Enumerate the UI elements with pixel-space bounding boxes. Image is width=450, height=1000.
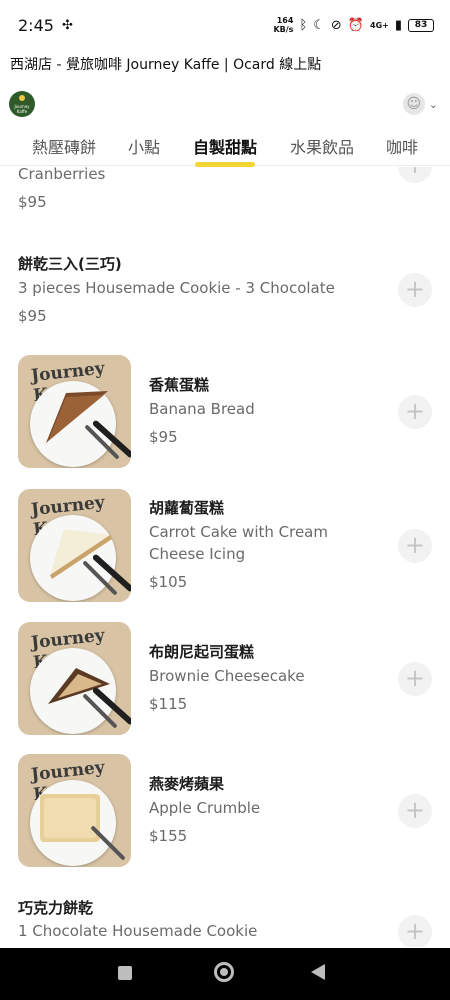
tab-pressed-toast[interactable]: 熱壓磚餅 (32, 134, 96, 158)
menu-item[interactable]: Journey Ka 燕麥烤蘋果 Apple Crumble $155 + (0, 754, 450, 869)
home-icon[interactable] (214, 962, 234, 982)
user-menu[interactable]: ☺ ⌄ (402, 93, 438, 115)
item-price: $95 (18, 307, 47, 325)
item-photo: Journey Ka (18, 754, 131, 867)
store-header: Journey Kaffe ☺ ⌄ (0, 90, 450, 120)
signal-icon: ▮ (394, 17, 402, 33)
add-button[interactable]: + (398, 794, 432, 828)
item-photo: Journey Ka (18, 622, 131, 735)
item-photo: Journey Ka (18, 489, 131, 602)
item-price: $155 (149, 827, 188, 845)
store-logo[interactable]: Journey Kaffe (9, 91, 35, 117)
item-name: 香蕉蛋糕 (149, 376, 210, 394)
logo-text: Journey Kaffe (14, 104, 30, 114)
status-bar: 2:45 ✣ 164 KB/s ᛒ ☾ ⊘ ⏰ 4G+ ▮ 83 (0, 0, 450, 50)
item-description: Brownie Cheesecake (149, 667, 305, 685)
system-nav-bar (0, 948, 450, 1000)
net-speed-value: 164 (276, 16, 294, 25)
add-button[interactable]: + (398, 662, 432, 696)
item-description: Banana Bread (149, 400, 255, 418)
menu-item[interactable]: 巧克力餅乾 1 Chocolate Housemade Cookie + (0, 893, 450, 947)
add-button[interactable]: + (398, 529, 432, 563)
menu-item[interactable]: Cranberries $95 + (0, 167, 450, 227)
item-name: 布朗尼起司蛋糕 (149, 643, 255, 661)
cake-slice-graphic (48, 668, 110, 704)
item-name: 燕麥烤蘋果 (149, 775, 225, 793)
menu-list: Cranberries $95 + 餅乾三入(三巧) 3 pieces Hous… (0, 167, 450, 947)
item-description: Carrot Cake with Cream Cheese Icing (149, 523, 328, 563)
avatar-icon[interactable]: ☺ (402, 93, 425, 115)
tab-fruit-drinks[interactable]: 水果飲品 (290, 134, 354, 158)
item-photo: Journey Ka (18, 355, 131, 468)
mute-icon: ⊘ (330, 17, 342, 33)
battery-indicator: 83 (408, 18, 434, 32)
item-price: $95 (149, 428, 178, 446)
add-button[interactable]: + (398, 273, 432, 307)
network-type: 4G+ (370, 20, 389, 30)
item-name: 胡蘿蔔蛋糕 (149, 499, 225, 517)
moon-icon: ☾ (313, 17, 325, 33)
bluetooth-icon: ᛒ (299, 17, 308, 33)
item-price: $95 (18, 193, 47, 211)
status-right: 164 KB/s ᛒ ☾ ⊘ ⏰ 4G+ ▮ 83 (273, 16, 434, 34)
recents-icon[interactable] (118, 966, 132, 980)
add-button[interactable]: + (398, 167, 432, 183)
tab-snacks[interactable]: 小點 (128, 134, 160, 158)
status-time: 2:45 (18, 15, 54, 35)
item-name: 餅乾三入(三巧) (18, 255, 122, 273)
tab-coffee[interactable]: 咖啡 (386, 134, 418, 158)
alarm-icon: ⏰ (347, 17, 364, 33)
item-description: 1 Chocolate Housemade Cookie (18, 922, 258, 940)
item-description: 3 pieces Housemade Cookie - 3 Chocolate (18, 279, 335, 297)
menu-item[interactable]: Journey Ka 胡蘿蔔蛋糕 Carrot Cake with Cream … (0, 489, 450, 604)
chevron-down-icon[interactable]: ⌄ (429, 98, 438, 111)
tab-desserts[interactable]: 自製甜點 (193, 134, 257, 158)
item-name: 巧克力餅乾 (18, 899, 94, 917)
menu-item[interactable]: Journey Ka 布朗尼起司蛋糕 Brownie Cheesecake $1… (0, 622, 450, 737)
cake-slice-graphic (50, 529, 112, 579)
add-button[interactable]: + (398, 915, 432, 947)
net-speed-unit: KB/s (273, 25, 294, 34)
menu-item[interactable]: 餅乾三入(三巧) 3 pieces Housemade Cookie - 3 C… (0, 247, 450, 337)
menu-item[interactable]: Journey Ka 香蕉蛋糕 Banana Bread $95 + (0, 355, 450, 470)
category-tabs: 熱壓磚餅 小點 自製甜點 水果飲品 咖啡 (0, 124, 450, 167)
fan-icon: ✣ (61, 17, 73, 33)
net-speed: 164 KB/s (273, 16, 293, 34)
status-left: 2:45 ✣ (18, 16, 73, 35)
item-price: $105 (149, 573, 188, 591)
logo-mark (19, 95, 25, 101)
web-page-title: 西湖店 - 覺旅咖啡 Journey Kaffe | Ocard 線上點 (10, 57, 322, 73)
item-price: $115 (149, 695, 188, 713)
item-description: Apple Crumble (149, 799, 261, 817)
item-description: Cranberries (18, 167, 106, 183)
back-icon[interactable] (311, 964, 325, 980)
add-button[interactable]: + (398, 395, 432, 429)
